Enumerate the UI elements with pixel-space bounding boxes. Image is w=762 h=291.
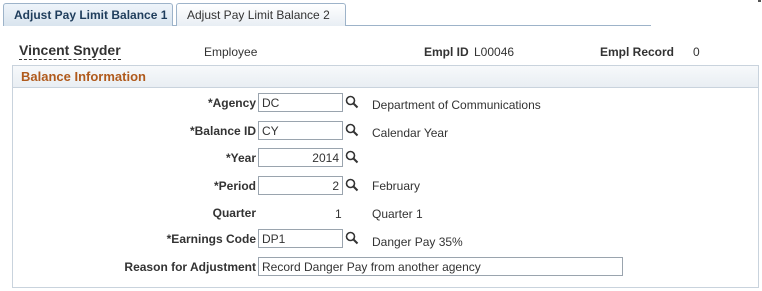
empl-record-label: Empl Record xyxy=(600,45,675,59)
reason-field[interactable] xyxy=(258,257,623,276)
earnings-code-description: Danger Pay 35% xyxy=(372,235,463,249)
employee-name: Vincent Snyder xyxy=(19,42,121,60)
agency-description: Department of Communications xyxy=(372,98,541,112)
tab-adjust-pay-limit-balance-1[interactable]: Adjust Pay Limit Balance 1 xyxy=(3,3,173,26)
agency-label: *Agency xyxy=(207,96,256,110)
empl-record-value: 0 xyxy=(693,45,700,59)
balance-id-label: *Balance ID xyxy=(189,124,256,138)
quarter-value: 1 xyxy=(335,207,342,221)
search-icon[interactable] xyxy=(345,95,359,109)
tab-adjust-pay-limit-balance-2[interactable]: Adjust Pay Limit Balance 2 xyxy=(176,3,346,26)
agency-field[interactable] xyxy=(258,93,343,112)
search-icon[interactable] xyxy=(345,123,359,137)
balance-id-field[interactable] xyxy=(258,121,343,140)
reason-label: Reason for Adjustment xyxy=(124,260,256,274)
period-label: *Period xyxy=(213,179,256,193)
window-edge-mark xyxy=(758,0,761,2)
balance-id-description: Calendar Year xyxy=(372,126,449,140)
year-label: *Year xyxy=(225,151,256,165)
search-icon[interactable] xyxy=(345,178,359,192)
tab-bar: Adjust Pay Limit Balance 1 Adjust Pay Li… xyxy=(3,3,651,26)
quarter-description: Quarter 1 xyxy=(372,207,423,221)
tab-label: Adjust Pay Limit Balance 1 xyxy=(14,8,168,22)
earnings-code-label: *Earnings Code xyxy=(166,232,256,246)
year-field[interactable] xyxy=(258,148,343,167)
search-icon[interactable] xyxy=(345,231,359,245)
section-header: Balance Information xyxy=(13,66,758,88)
period-description: February xyxy=(372,179,421,193)
period-field[interactable] xyxy=(258,176,343,195)
tab-label: Adjust Pay Limit Balance 2 xyxy=(187,8,330,22)
quarter-label: Quarter xyxy=(212,206,256,220)
empl-id-value: L00046 xyxy=(474,45,515,59)
search-icon[interactable] xyxy=(345,150,359,164)
empl-id-label: Empl ID xyxy=(424,45,469,59)
earnings-code-field[interactable] xyxy=(258,229,343,248)
employee-role: Employee xyxy=(204,45,258,59)
section-title: Balance Information xyxy=(21,69,146,84)
